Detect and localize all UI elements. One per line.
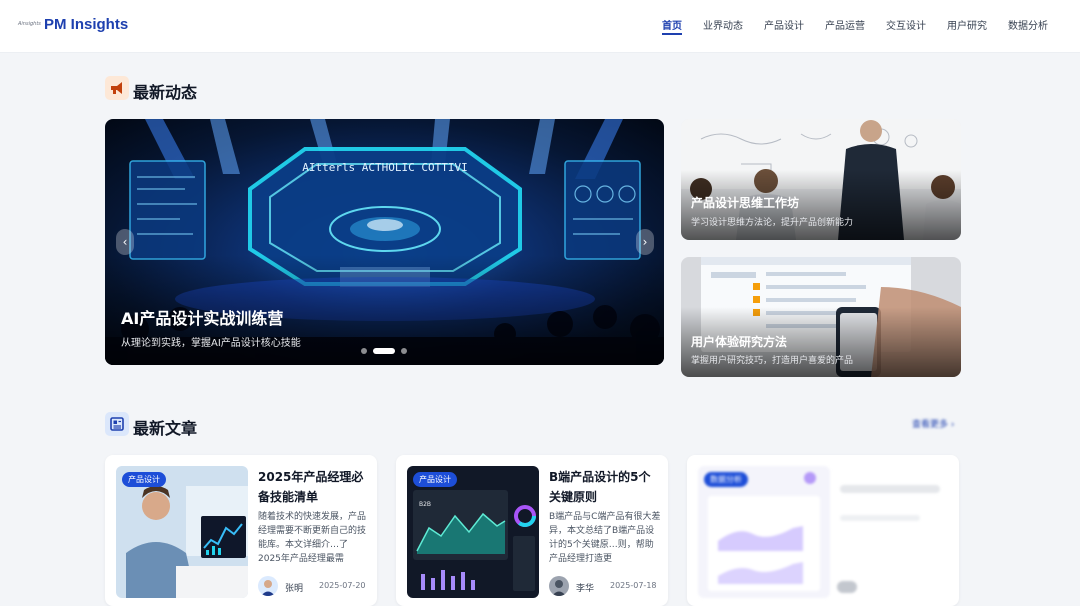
side-card-title: 产品设计思维工作坊 <box>691 196 800 210</box>
nav-item-product-design[interactable]: 产品设计 <box>764 17 804 32</box>
section-title-latest-news: 最新动态 <box>133 83 198 102</box>
article-card[interactable]: 产品设计 2025年产品经理必备技能清单 随着技术的快速发展，产品经理需要不断更… <box>105 455 377 606</box>
article-category-tag[interactable]: 产品设计 <box>122 472 166 487</box>
newspaper-icon <box>105 412 129 436</box>
article-excerpt: B端产品与C端产品有很大差异，本文总结了B端产品设计的5个关键原…则，帮助产品经… <box>549 512 661 564</box>
article-category-tag[interactable]: 产品设计 <box>413 472 457 487</box>
article-card[interactable]: 数据分析 <box>687 455 959 606</box>
avatar <box>549 576 569 596</box>
nav-item-user-research[interactable]: 用户研究 <box>947 17 987 32</box>
hero-carousel[interactable]: AItterls ACTHOLIC COTTIVI ‹ › AI产品设计实战训练… <box>105 119 664 365</box>
article-date: 2025-07-20 <box>319 581 366 590</box>
section-title-latest-articles: 最新文章 <box>133 419 198 438</box>
carousel-dot-active[interactable] <box>373 348 395 354</box>
carousel-dot[interactable] <box>361 348 367 354</box>
carousel-dot[interactable] <box>401 348 407 354</box>
article-date: 2025-07-18 <box>610 581 657 590</box>
article-title[interactable]: 2025年产品经理必备技能清单 <box>258 467 370 507</box>
top-header: Ainsights PM Insights 首页 业界动态 产品设计 产品运营 … <box>0 0 1080 53</box>
loading-placeholder <box>840 485 940 493</box>
hero-subtitle: 从理论到实践，掌握AI产品设计核心技能 <box>121 338 301 349</box>
main-nav: 首页 业界动态 产品设计 产品运营 交互设计 用户研究 数据分析 <box>0 17 1080 41</box>
carousel-prev-button[interactable]: ‹ <box>116 229 134 255</box>
view-more-link[interactable]: 查看更多 › <box>912 417 954 430</box>
side-card-title: 用户体验研究方法 <box>691 335 788 349</box>
nav-item-product-operations[interactable]: 产品运营 <box>825 17 865 32</box>
loading-placeholder <box>837 581 857 593</box>
side-card-subtitle: 学习设计思维方法论，提升产品创新能力 <box>691 218 854 228</box>
article-author[interactable]: 李华 <box>576 581 594 594</box>
hero-screen-text: AItterls ACTHOLIC COTTIVI <box>302 161 468 174</box>
article-title[interactable]: B端产品设计的5个关键原则 <box>549 467 661 507</box>
chevron-left-icon: ‹ <box>122 235 128 249</box>
hero-title[interactable]: AI产品设计实战训练营 <box>121 305 283 329</box>
dashboard-label: B2B <box>419 501 431 508</box>
nav-item-data-analysis[interactable]: 数据分析 <box>1008 17 1048 32</box>
article-card[interactable]: B2B 产品设计 B端产品设计的5个关键原则 B端产品与C端产品有很大差异，本文… <box>396 455 668 606</box>
avatar <box>258 576 278 596</box>
nav-item-interaction-design[interactable]: 交互设计 <box>886 17 926 32</box>
article-category-tag[interactable]: 数据分析 <box>704 472 748 487</box>
nav-item-home[interactable]: 首页 <box>662 17 682 35</box>
nav-active-underline <box>662 33 682 35</box>
nav-label: 首页 <box>662 21 682 32</box>
chevron-right-icon: › <box>642 235 648 249</box>
side-card-ux-research[interactable]: 用户体验研究方法 掌握用户研究技巧，打造用户喜爱的产品 <box>681 257 961 377</box>
side-card-subtitle: 掌握用户研究技巧，打造用户喜爱的产品 <box>691 356 854 366</box>
article-thumbnail: 产品设计 <box>116 466 248 598</box>
side-card-design-thinking[interactable]: 产品设计思维工作坊 学习设计思维方法论，提升产品创新能力 <box>681 119 961 240</box>
carousel-next-button[interactable]: › <box>636 229 654 255</box>
article-thumbnail: 数据分析 <box>698 466 830 598</box>
article-author[interactable]: 张明 <box>285 581 303 594</box>
nav-item-industry-news[interactable]: 业界动态 <box>703 17 743 32</box>
article-thumbnail: B2B 产品设计 <box>407 466 539 598</box>
article-excerpt: 随着技术的快速发展，产品经理需要不断更新自己的技能库。本文详细介…了2025年产… <box>258 512 367 564</box>
loading-placeholder <box>840 515 920 521</box>
megaphone-icon <box>105 76 129 100</box>
